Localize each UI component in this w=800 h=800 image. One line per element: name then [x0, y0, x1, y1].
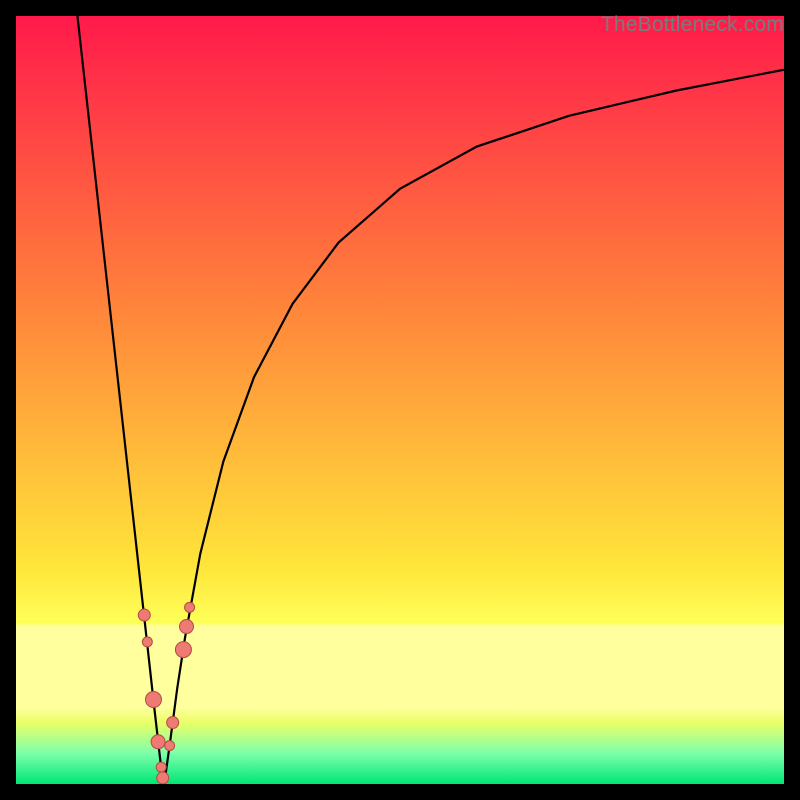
marker-dot	[145, 692, 161, 708]
marker-dot	[142, 637, 152, 647]
bottleneck-chart	[16, 16, 784, 784]
marker-dot	[151, 735, 165, 749]
gradient-bg	[16, 16, 784, 784]
marker-dot	[180, 620, 194, 634]
chart-frame: TheBottleneck.com	[16, 16, 784, 784]
marker-dot	[157, 772, 169, 784]
marker-dot	[185, 602, 195, 612]
watermark-text: TheBottleneck.com	[601, 13, 784, 37]
marker-dot	[138, 609, 150, 621]
marker-dot	[165, 741, 175, 751]
marker-dot	[175, 642, 191, 658]
marker-dot	[156, 762, 166, 772]
marker-dot	[167, 717, 179, 729]
